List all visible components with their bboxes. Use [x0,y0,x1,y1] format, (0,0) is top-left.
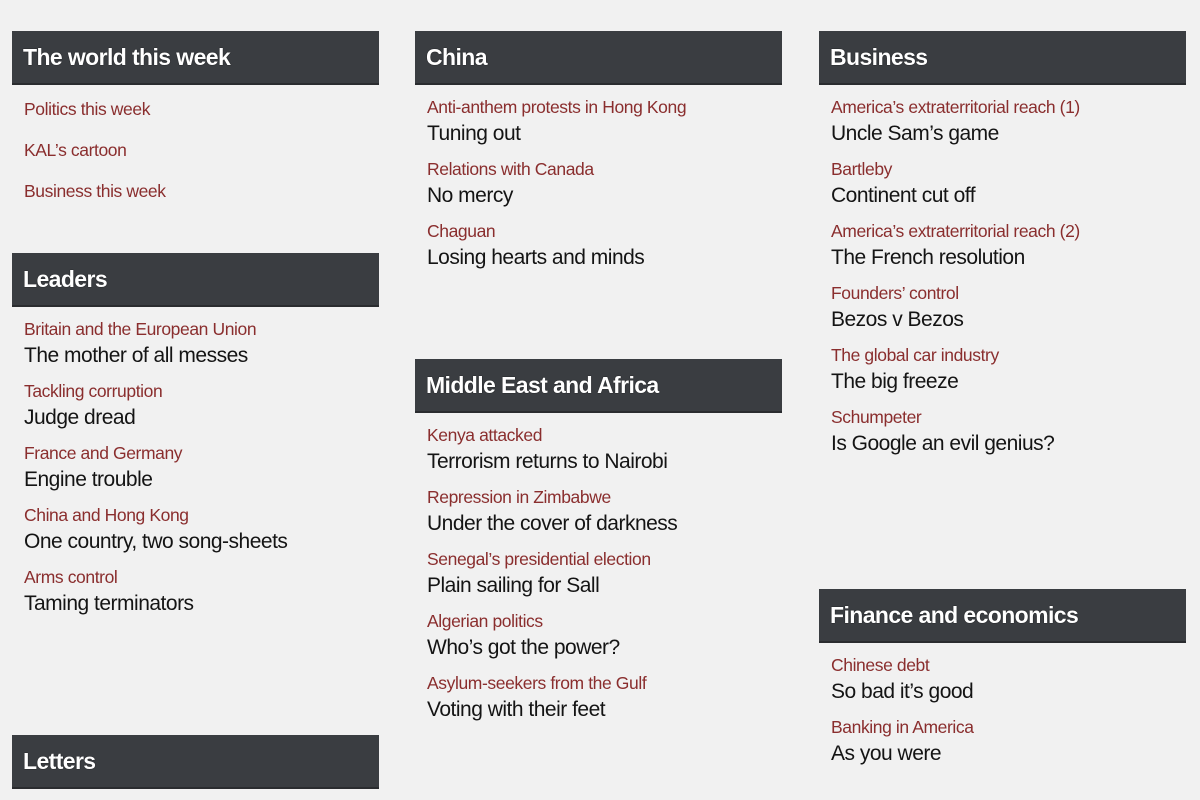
article-headline[interactable]: Uncle Sam’s game [831,118,1186,149]
section-china: China Anti-anthem protests in Hong Kong … [415,31,782,282]
article-kicker[interactable]: Tackling corruption [24,380,379,402]
article-item[interactable]: France and Germany Engine trouble [24,442,379,495]
article-kicker[interactable]: Bartleby [831,158,1186,180]
article-headline[interactable]: One country, two song-sheets [24,526,379,557]
article-item[interactable]: Banking in America As you were [831,716,1186,769]
article-item[interactable]: Kenya attacked Terrorism returns to Nair… [427,424,782,477]
article-headline[interactable]: Continent cut off [831,180,1186,211]
article-kicker[interactable]: Banking in America [831,716,1186,738]
section-header[interactable]: Letters [12,735,379,789]
section-business: Business America’s extraterritorial reac… [819,31,1186,468]
article-kicker[interactable]: The global car industry [831,344,1186,366]
article-headline[interactable]: The French resolution [831,242,1186,273]
section-header[interactable]: China [415,31,782,85]
article-kicker[interactable]: Senegal’s presidential election [427,548,782,570]
article-kicker[interactable]: America’s extraterritorial reach (2) [831,220,1186,242]
article-headline[interactable]: Under the cover of darkness [427,508,782,539]
article-item[interactable]: Senegal’s presidential election Plain sa… [427,548,782,601]
article-item[interactable]: Bartleby Continent cut off [831,158,1186,211]
article-kicker[interactable]: Chaguan [427,220,782,242]
article-item[interactable]: Britain and the European Union The mothe… [24,318,379,371]
section-header[interactable]: The world this week [12,31,379,85]
article-headline[interactable]: Losing hearts and minds [427,242,782,273]
link-business-this-week[interactable]: Business this week [24,180,379,202]
article-headline[interactable]: Plain sailing for Sall [427,570,782,601]
article-headline[interactable]: The big freeze [831,366,1186,397]
article-kicker[interactable]: Anti-anthem protests in Hong Kong [427,96,782,118]
article-item[interactable]: Schumpeter Is Google an evil genius? [831,406,1186,459]
article-headline[interactable]: The mother of all messes [24,340,379,371]
article-item[interactable]: America’s extraterritorial reach (1) Unc… [831,96,1186,149]
article-headline[interactable]: Who’s got the power? [427,632,782,663]
article-headline[interactable]: Terrorism returns to Nairobi [427,446,782,477]
article-kicker[interactable]: Repression in Zimbabwe [427,486,782,508]
article-kicker[interactable]: China and Hong Kong [24,504,379,526]
article-item[interactable]: Repression in Zimbabwe Under the cover o… [427,486,782,539]
article-headline[interactable]: Is Google an evil genius? [831,428,1186,459]
article-kicker[interactable]: Asylum-seekers from the Gulf [427,672,782,694]
article-kicker[interactable]: Britain and the European Union [24,318,379,340]
article-item[interactable]: Founders’ control Bezos v Bezos [831,282,1186,335]
article-headline[interactable]: Taming terminators [24,588,379,619]
article-headline[interactable]: Tuning out [427,118,782,149]
article-kicker[interactable]: Arms control [24,566,379,588]
section-header[interactable]: Middle East and Africa [415,359,782,413]
section-header[interactable]: Leaders [12,253,379,307]
section-letters: Letters [12,735,379,789]
article-headline[interactable]: Engine trouble [24,464,379,495]
article-headline[interactable]: Judge dread [24,402,379,433]
section-finance-economics: Finance and economics Chinese debt So ba… [819,589,1186,778]
article-item[interactable]: China and Hong Kong One country, two son… [24,504,379,557]
section-header[interactable]: Business [819,31,1186,85]
link-label[interactable]: KAL’s cartoon [24,139,379,161]
article-headline[interactable]: No mercy [427,180,782,211]
article-item[interactable]: Algerian politics Who’s got the power? [427,610,782,663]
article-kicker[interactable]: Chinese debt [831,654,1186,676]
article-item[interactable]: Asylum-seekers from the Gulf Voting with… [427,672,782,725]
article-item[interactable]: Tackling corruption Judge dread [24,380,379,433]
article-headline[interactable]: Voting with their feet [427,694,782,725]
article-headline[interactable]: So bad it’s good [831,676,1186,707]
link-label[interactable]: Business this week [24,180,379,202]
section-middle-east-africa: Middle East and Africa Kenya attacked Te… [415,359,782,734]
section-world-this-week: The world this week Politics this week K… [12,31,379,221]
article-item[interactable]: Chinese debt So bad it’s good [831,654,1186,707]
article-kicker[interactable]: Schumpeter [831,406,1186,428]
link-label[interactable]: Politics this week [24,98,379,120]
article-kicker[interactable]: Algerian politics [427,610,782,632]
link-politics-this-week[interactable]: Politics this week [24,98,379,120]
article-item[interactable]: Arms control Taming terminators [24,566,379,619]
article-item[interactable]: America’s extraterritorial reach (2) The… [831,220,1186,273]
article-headline[interactable]: Bezos v Bezos [831,304,1186,335]
article-kicker[interactable]: Founders’ control [831,282,1186,304]
article-kicker[interactable]: Relations with Canada [427,158,782,180]
article-kicker[interactable]: France and Germany [24,442,379,464]
article-item[interactable]: Chaguan Losing hearts and minds [427,220,782,273]
link-kals-cartoon[interactable]: KAL’s cartoon [24,139,379,161]
article-headline[interactable]: As you were [831,738,1186,769]
article-item[interactable]: Anti-anthem protests in Hong Kong Tuning… [427,96,782,149]
article-item[interactable]: Relations with Canada No mercy [427,158,782,211]
section-leaders: Leaders Britain and the European Union T… [12,253,379,628]
article-kicker[interactable]: America’s extraterritorial reach (1) [831,96,1186,118]
article-kicker[interactable]: Kenya attacked [427,424,782,446]
section-header[interactable]: Finance and economics [819,589,1186,643]
article-item[interactable]: The global car industry The big freeze [831,344,1186,397]
